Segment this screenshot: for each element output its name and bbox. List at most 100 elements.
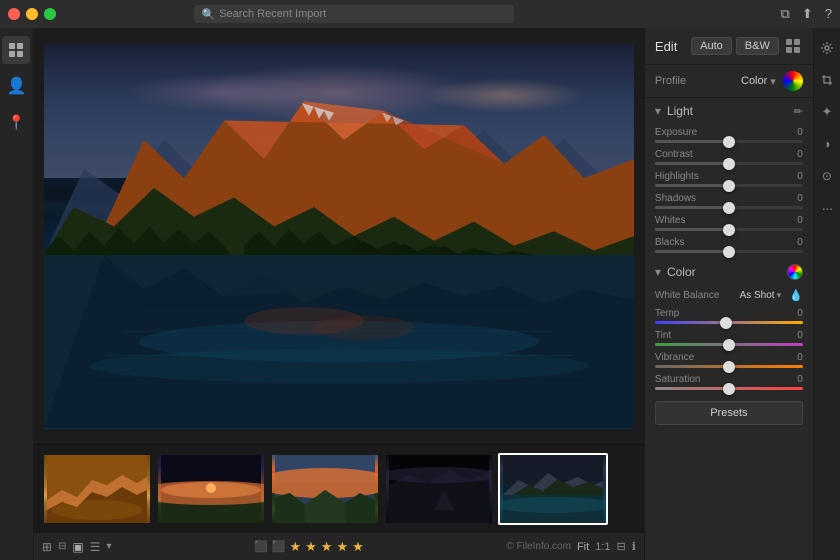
prev-icon[interactable]: ⬛	[254, 540, 268, 553]
profile-color-wheel	[783, 71, 803, 91]
info-icon[interactable]: ℹ	[632, 540, 636, 553]
whites-label: Whites	[655, 215, 686, 226]
shadows-track[interactable]	[655, 206, 803, 209]
main-photo	[44, 44, 634, 429]
presets-button[interactable]: Presets	[655, 401, 803, 425]
bw-button[interactable]: B&W	[736, 37, 779, 55]
vibrance-track[interactable]	[655, 365, 803, 368]
wb-label: White Balance	[655, 290, 736, 301]
star-4[interactable]: ★	[336, 539, 348, 555]
temp-slider-row: Temp 0	[645, 305, 813, 327]
filmstrip-thumb-4[interactable]	[384, 453, 494, 525]
profile-value[interactable]: Color ▾	[741, 71, 803, 91]
blacks-slider-row: Blacks 0	[645, 234, 813, 256]
close-button[interactable]	[8, 8, 20, 20]
filmstrip-thumb-3[interactable]	[270, 453, 380, 525]
vibrance-slider-row: Vibrance 0	[645, 349, 813, 371]
filmstrip-thumb-1[interactable]	[42, 453, 152, 525]
star-3[interactable]: ★	[321, 539, 333, 555]
saturation-label: Saturation	[655, 374, 701, 385]
highlights-slider-row: Highlights 0	[645, 168, 813, 190]
square-view-icon[interactable]: ▣	[72, 540, 83, 554]
search-placeholder: Search Recent Import	[219, 8, 326, 20]
exposure-track[interactable]	[655, 140, 803, 143]
contrast-value: 0	[797, 149, 803, 160]
exposure-label: Exposure	[655, 127, 697, 138]
share-icon[interactable]: ⬆	[802, 6, 813, 22]
sidebar-icon-location[interactable]: 📍	[2, 108, 30, 136]
list-view-icon[interactable]: ☰	[90, 540, 101, 554]
fit-label[interactable]: Fit	[577, 541, 589, 553]
filter-icon[interactable]: ⧉	[781, 6, 790, 22]
tint-label: Tint	[655, 330, 671, 341]
light-section-header[interactable]: ▾ Light ✏	[645, 98, 813, 124]
light-section-label: Light	[667, 104, 693, 118]
fullscreen-button[interactable]	[44, 8, 56, 20]
redeye-icon[interactable]: ⊙	[815, 164, 839, 188]
sidebar-icon-photos[interactable]	[2, 36, 30, 64]
color-sliders: Temp 0 Tint 0 Vibrance 0	[645, 305, 813, 393]
light-sliders: Exposure 0 Contrast 0	[645, 124, 813, 256]
color-section-label: Color	[667, 265, 696, 279]
main-layout: 👤 📍	[0, 28, 840, 560]
profile-label: Profile	[655, 75, 741, 87]
highlights-track[interactable]	[655, 184, 803, 187]
next-icon[interactable]: ⬛	[272, 540, 286, 553]
sort-chevron[interactable]: ▾	[106, 541, 111, 552]
star-1[interactable]: ★	[289, 539, 301, 555]
photo-container	[44, 44, 634, 429]
settings-icon[interactable]	[815, 36, 839, 60]
shadows-value: 0	[797, 193, 803, 204]
far-right-panel: ✦ ◑ ⊙ ···	[813, 28, 840, 560]
thumb-sunset	[158, 455, 264, 523]
search-bar[interactable]: 🔍 Search Recent Import	[194, 5, 514, 23]
sidebar-icon-people[interactable]: 👤	[2, 72, 30, 100]
bottom-center: ⬛ ⬛ ★ ★ ★ ★ ★	[254, 539, 364, 555]
help-icon[interactable]: ?	[825, 6, 832, 22]
center-content: ⊞ ⊟ ▣ ☰ ▾ ⬛ ⬛ ★ ★ ★ ★ ★ © FileInfo.com F…	[34, 28, 644, 560]
wb-value[interactable]: As Shot ▾	[740, 290, 782, 301]
contrast-track[interactable]	[655, 162, 803, 165]
grid-view-icon[interactable]: ⊞	[42, 540, 52, 554]
dropper-icon[interactable]: 💧	[789, 289, 803, 302]
heal-icon[interactable]: ✦	[815, 100, 839, 124]
whites-track[interactable]	[655, 228, 803, 231]
tint-track[interactable]	[655, 343, 803, 346]
grid-view-button[interactable]	[783, 36, 803, 56]
saturation-slider-row: Saturation 0	[645, 371, 813, 393]
tint-slider-row: Tint 0	[645, 327, 813, 349]
search-icon: 🔍	[202, 8, 216, 21]
grid-small-icon[interactable]: ⊟	[58, 541, 66, 552]
star-2[interactable]: ★	[305, 539, 317, 555]
minimize-button[interactable]	[26, 8, 38, 20]
vibrance-value: 0	[797, 352, 803, 363]
crop-icon[interactable]	[815, 68, 839, 92]
star-5[interactable]: ★	[352, 539, 364, 555]
edit-header: Edit Auto B&W	[645, 28, 813, 65]
more-icon[interactable]: ···	[815, 196, 839, 220]
saturation-track[interactable]	[655, 387, 803, 390]
ratio-label[interactable]: 1:1	[595, 541, 610, 553]
shadows-slider-row: Shadows 0	[645, 190, 813, 212]
exposure-slider-row: Exposure 0	[645, 124, 813, 146]
filmstrip-thumb-2[interactable]	[156, 453, 266, 525]
tint-value: 0	[797, 330, 803, 341]
vibrance-label: Vibrance	[655, 352, 694, 363]
contrast-label: Contrast	[655, 149, 693, 160]
mask-icon[interactable]: ◑	[815, 132, 839, 156]
color-section-header[interactable]: ▾ Color	[645, 258, 813, 286]
light-pencil-icon[interactable]: ✏	[794, 105, 803, 118]
photo-area[interactable]	[34, 28, 644, 444]
filmstrip-thumb-5[interactable]	[498, 453, 608, 525]
auto-button[interactable]: Auto	[691, 37, 732, 55]
titlebar-icons: ⧉ ⬆ ?	[781, 6, 832, 22]
temp-track[interactable]	[655, 321, 803, 324]
lake	[44, 255, 634, 428]
blacks-value: 0	[797, 237, 803, 248]
compare-icon[interactable]: ⊟	[616, 540, 625, 553]
blacks-track[interactable]	[655, 250, 803, 253]
mountains-back	[44, 82, 634, 275]
left-sidebar: 👤 📍	[0, 28, 34, 560]
bottom-right: © FileInfo.com Fit 1:1 ⊟ ℹ	[506, 540, 636, 553]
thumb-dark	[386, 455, 492, 523]
